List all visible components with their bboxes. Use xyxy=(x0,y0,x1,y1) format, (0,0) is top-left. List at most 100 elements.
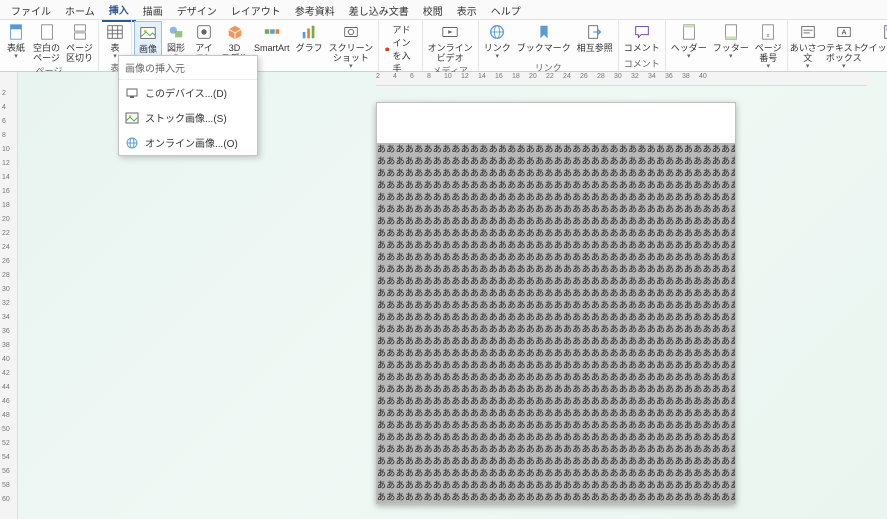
link-icon xyxy=(487,22,507,42)
text-line[interactable]: ああああああああああああああああああああああああああああああああああああああああ xyxy=(377,263,735,275)
text-line[interactable]: ああああああああああああああああああああああああああああああああああああああああ xyxy=(377,275,735,287)
group-pages: 表紙▾ 空白の ページ ページ 区切り ページ xyxy=(0,20,99,71)
svg-text:A: A xyxy=(841,28,846,37)
tab-references[interactable]: 参考資料 xyxy=(288,0,342,21)
online-video-button[interactable]: オンライン ビデオ xyxy=(425,21,476,64)
crossref-icon xyxy=(585,22,605,42)
group-header-footer: ヘッダー▾ フッター▾ # ページ 番号▾ ヘッダーとフッター xyxy=(666,20,788,71)
screenshot-icon xyxy=(341,22,361,42)
tab-file[interactable]: ファイル xyxy=(4,0,58,21)
bookmark-icon xyxy=(534,22,554,42)
svg-text:#: # xyxy=(767,33,770,39)
text-line[interactable]: ああああああああああああああああああああああああああああああああああああああああ xyxy=(377,455,735,467)
pictures-icon xyxy=(138,23,158,43)
greeting-icon xyxy=(798,22,818,42)
quickparts-icon xyxy=(881,22,887,42)
text-line[interactable]: ああああああああああああああああああああああああああああああああああああああああ xyxy=(377,251,735,263)
text-line[interactable]: ああああああああああああああああああああああああああああああああああああああああ xyxy=(377,215,735,227)
text-line[interactable]: ああああああああああああああああああああああああああああああああああああああああ xyxy=(377,443,735,455)
page-number-button[interactable]: # ページ 番号▾ xyxy=(752,21,785,71)
online-icon xyxy=(125,136,139,150)
text-line[interactable]: ああああああああああああああああああああああああああああああああああああああああ xyxy=(377,491,735,503)
get-addins-button[interactable]: アドインを入手 xyxy=(383,22,418,76)
table-icon xyxy=(105,22,125,42)
text-line[interactable]: ああああああああああああああああああああああああああああああああああああああああ xyxy=(377,395,735,407)
blank-page-icon xyxy=(37,22,57,42)
group-media: オンライン ビデオ メディア xyxy=(423,20,479,71)
chart-icon xyxy=(299,22,319,42)
greeting-button[interactable]: あいさつ 文▾ xyxy=(790,21,826,71)
page-top-margin xyxy=(377,103,735,143)
footer-button[interactable]: フッター▾ xyxy=(710,21,752,61)
text-line[interactable]: ああああああああああああああああああああああああああああああああああああああああ xyxy=(377,287,735,299)
text-line[interactable]: ああああああああああああああああああああああああああああああああああああああああ xyxy=(377,203,735,215)
store-icon xyxy=(385,43,389,55)
tab-draw[interactable]: 描画 xyxy=(136,0,170,21)
comment-button[interactable]: コメント xyxy=(621,21,663,54)
insert-stock-images[interactable]: ストック画像...(S) xyxy=(119,105,257,130)
bookmark-button[interactable]: ブックマーク xyxy=(514,21,574,54)
text-line[interactable]: ああああああああああああああああああああああああああああああああああああああああ xyxy=(377,371,735,383)
text-line[interactable]: ああああああああああああああああああああああああああああああああああああああああ xyxy=(377,359,735,371)
header-icon xyxy=(679,22,699,42)
tab-layout[interactable]: レイアウト xyxy=(224,0,288,21)
tab-insert[interactable]: 挿入 xyxy=(102,0,136,22)
text-line[interactable]: ああああああああああああああああああああああああああああああああああああああああ xyxy=(377,407,735,419)
comment-icon xyxy=(632,22,652,42)
blank-page-button[interactable]: 空白の ページ xyxy=(30,21,63,64)
textbox-button[interactable]: A テキスト ボックス▾ xyxy=(826,21,862,71)
cover-page-button[interactable]: 表紙▾ xyxy=(2,21,30,61)
text-line[interactable]: ああああああああああああああああああああああああああああああああああああああああ xyxy=(377,347,735,359)
text-line[interactable]: ああああああああああああああああああああああああああああああああああああああああ xyxy=(377,431,735,443)
link-button[interactable]: リンク▾ xyxy=(481,21,514,61)
group-links: リンク▾ ブックマーク 相互参照 リンク xyxy=(479,20,619,71)
text-line[interactable]: ああああああああああああああああああああああああああああああああああああああああ xyxy=(377,299,735,311)
tab-mailings[interactable]: 差し込み文書 xyxy=(342,0,416,21)
tab-view[interactable]: 表示 xyxy=(450,0,484,21)
page-number-icon: # xyxy=(758,22,778,42)
text-line[interactable]: ああああああああああああああああああああああああああああああああああああああああ xyxy=(377,167,735,179)
footer-icon xyxy=(721,22,741,42)
menu-tabs: ファイル ホーム 挿入 描画 デザイン レイアウト 参考資料 差し込み文書 校閲… xyxy=(0,0,887,20)
text-line[interactable]: ああああああああああああああああああああああああああああああああああああああああ xyxy=(377,323,735,335)
quick-parts-button[interactable]: クイックパーツ▾ xyxy=(862,21,887,61)
insert-from-device[interactable]: このデバイス...(D) xyxy=(119,80,257,105)
screenshot-button[interactable]: スクリーン ショット▾ xyxy=(326,21,377,71)
tab-help[interactable]: ヘルプ xyxy=(484,0,528,21)
text-line[interactable]: ああああああああああああああああああああああああああああああああああああああああ xyxy=(377,191,735,203)
group-text: あいさつ 文▾ A テキスト ボックス▾ クイックパーツ▾ A ワード アート▾… xyxy=(788,20,887,71)
page-break-button[interactable]: ページ 区切り xyxy=(63,21,96,64)
cover-page-icon xyxy=(6,22,26,42)
chart-button[interactable]: グラフ xyxy=(293,21,326,54)
icons-icon xyxy=(194,22,214,42)
page-content[interactable]: ああああああああああああああああああああああああああああああああああああああああ… xyxy=(377,143,735,503)
text-line[interactable]: ああああああああああああああああああああああああああああああああああああああああ xyxy=(377,239,735,251)
cross-reference-button[interactable]: 相互参照 xyxy=(574,21,616,54)
tab-design[interactable]: デザイン xyxy=(170,0,224,21)
text-line[interactable]: ああああああああああああああああああああああああああああああああああああああああ xyxy=(377,143,735,155)
page-break-icon xyxy=(70,22,90,42)
smartart-button[interactable]: SmartArt xyxy=(251,21,293,54)
text-line[interactable]: ああああああああああああああああああああああああああああああああああああああああ xyxy=(377,335,735,347)
group-addins: アドインを入手 個人用アドイン ▾ アドイン xyxy=(379,20,423,71)
text-line[interactable]: ああああああああああああああああああああああああああああああああああああああああ xyxy=(377,227,735,239)
shapes-icon xyxy=(166,22,186,42)
header-button[interactable]: ヘッダー▾ xyxy=(668,21,710,61)
smartart-icon xyxy=(262,22,282,42)
text-line[interactable]: ああああああああああああああああああああああああああああああああああああああああ xyxy=(377,155,735,167)
document-page[interactable]: ああああああああああああああああああああああああああああああああああああああああ… xyxy=(376,102,736,504)
tab-review[interactable]: 校閲 xyxy=(416,0,450,21)
dropdown-header: 画像の挿入元 xyxy=(119,56,257,80)
horizontal-ruler: 246810121416182022242628303234363840 xyxy=(376,72,867,86)
text-line[interactable]: ああああああああああああああああああああああああああああああああああああああああ xyxy=(377,179,735,191)
group-label-comment: コメント xyxy=(621,57,663,71)
text-line[interactable]: ああああああああああああああああああああああああああああああああああああああああ xyxy=(377,467,735,479)
text-line[interactable]: ああああああああああああああああああああああああああああああああああああああああ xyxy=(377,479,735,491)
text-line[interactable]: ああああああああああああああああああああああああああああああああああああああああ xyxy=(377,419,735,431)
group-comment: コメント コメント xyxy=(619,20,666,71)
text-line[interactable]: ああああああああああああああああああああああああああああああああああああああああ xyxy=(377,383,735,395)
video-icon xyxy=(440,22,460,42)
insert-online-images[interactable]: オンライン画像...(O) xyxy=(119,130,257,155)
tab-home[interactable]: ホーム xyxy=(58,0,102,21)
text-line[interactable]: ああああああああああああああああああああああああああああああああああああああああ xyxy=(377,311,735,323)
